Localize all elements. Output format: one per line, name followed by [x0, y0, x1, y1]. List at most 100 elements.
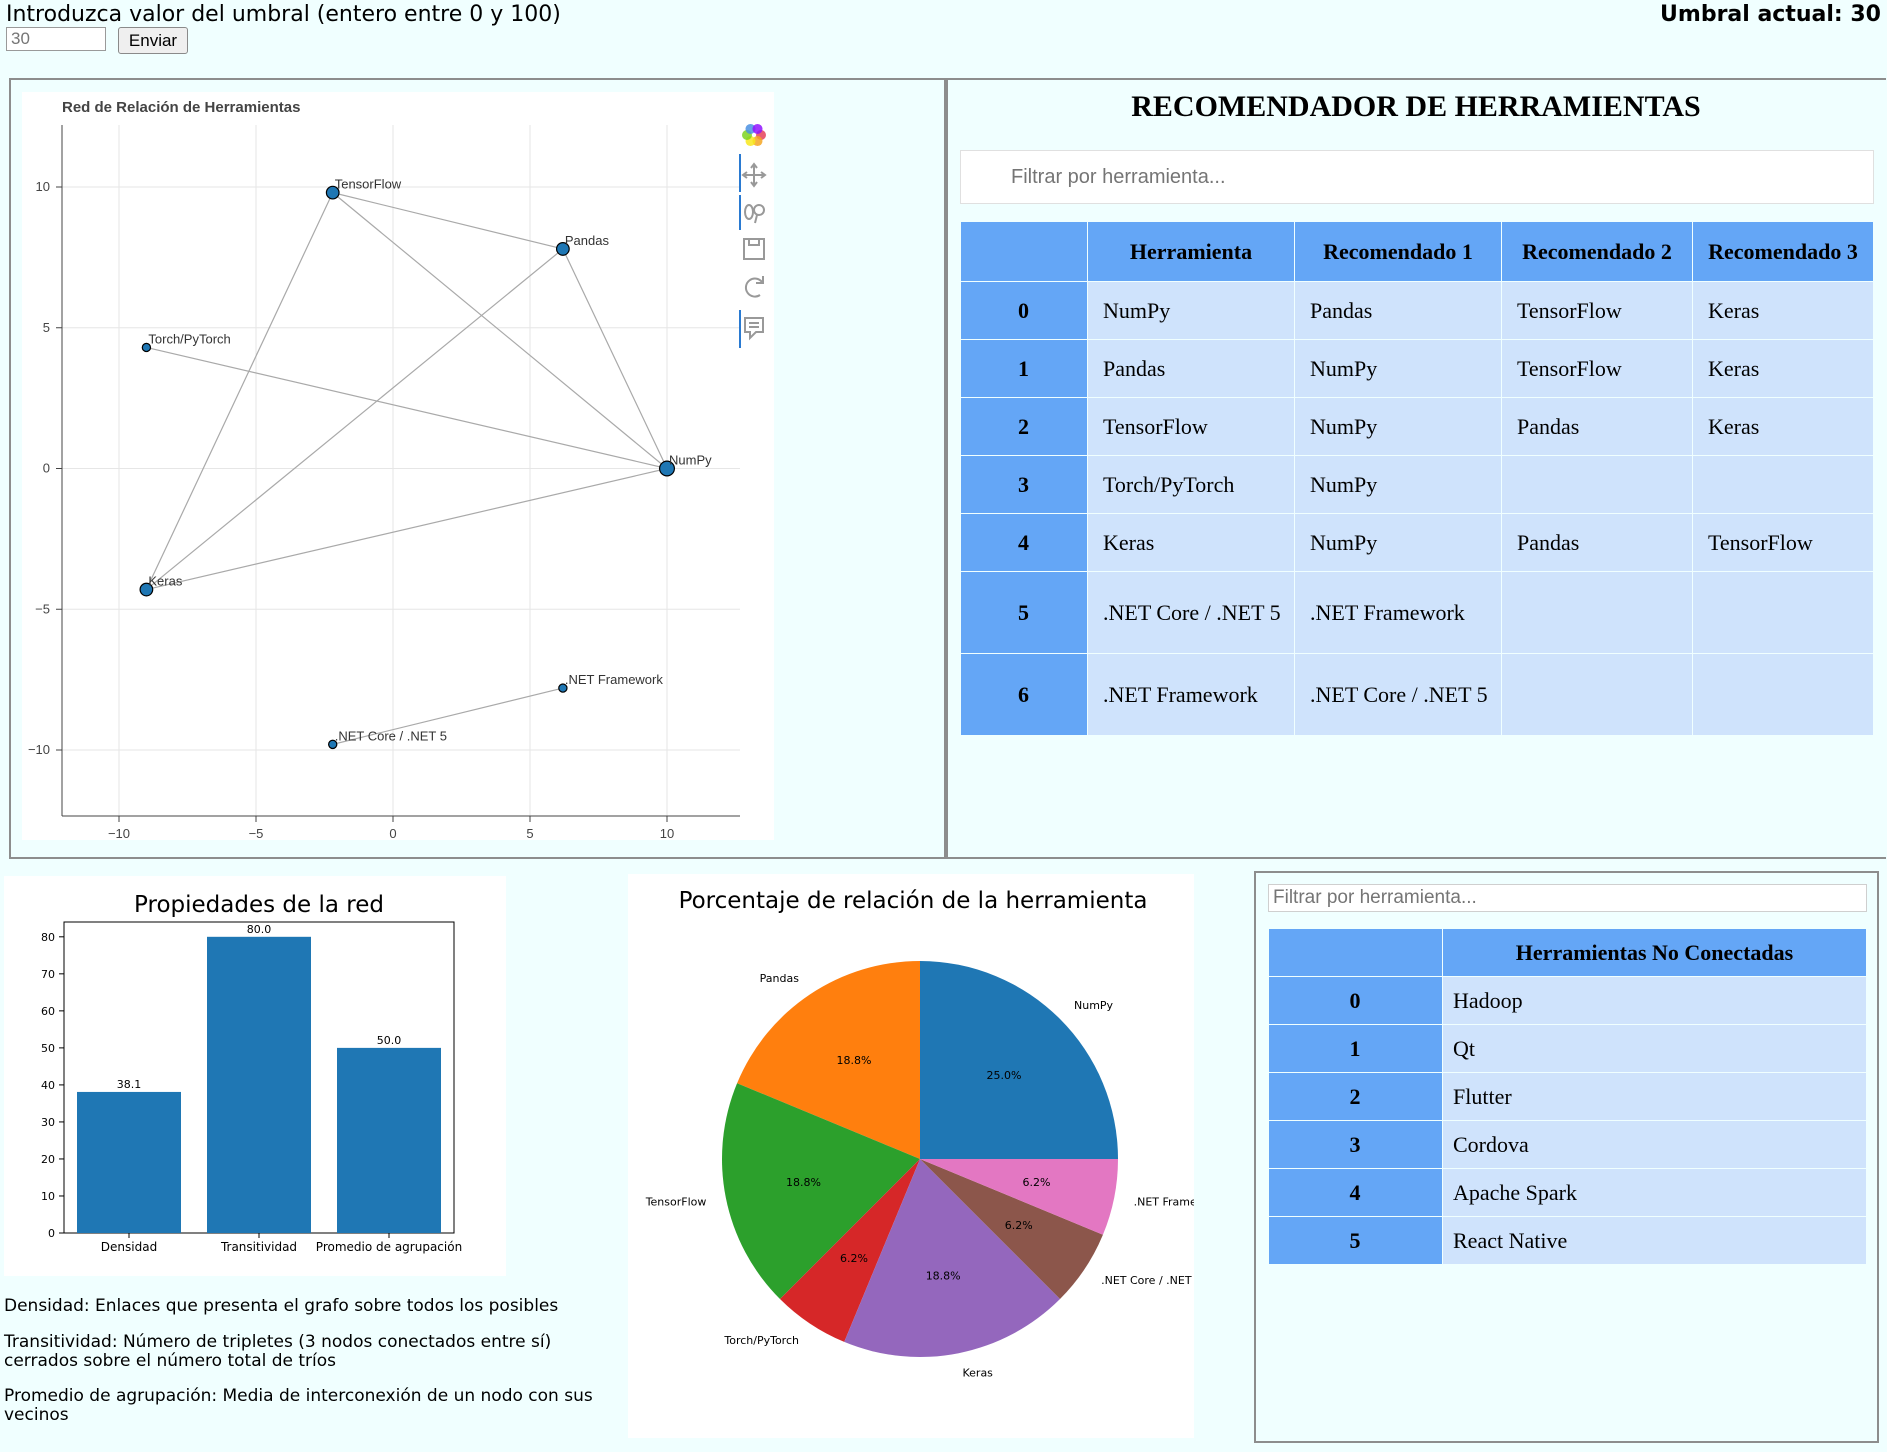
header-index[interactable] — [1268, 928, 1443, 977]
x-tick-label: 10 — [660, 826, 674, 840]
unconnected-table: Herramientas No Conectadas 0 Hadoop 1 Qt 2 Fl… — [1268, 928, 1867, 1265]
pie-slice-label: .NET Framework — [1134, 1195, 1194, 1208]
graph-edge — [146, 467, 668, 591]
table-cell: NumPy — [1294, 339, 1502, 398]
save-icon[interactable] — [743, 238, 765, 260]
table-row: 1 Pandas NumPy TensorFlow Keras — [960, 339, 1874, 398]
y-tick-label: −10 — [28, 742, 50, 757]
wheel-zoom-icon[interactable] — [744, 204, 765, 224]
network-graph-plot[interactable]: Red de Relación de Herramientas −10 10 −5 5 0… — [22, 92, 774, 840]
table-cell — [1501, 653, 1693, 736]
bar-value-label: 50.0 — [377, 1034, 402, 1047]
graph-node-label: NumPy — [669, 453, 712, 468]
graph-edge — [146, 346, 668, 470]
graph-node-label: Torch/PyTorch — [148, 331, 230, 346]
table-cell: .NET Framework — [1087, 653, 1295, 736]
table-cell: Pandas — [1501, 513, 1693, 572]
table-cell — [1692, 455, 1874, 514]
bar-value-label: 80.0 — [247, 923, 272, 936]
table-row: 3 Torch/PyTorch NumPy — [960, 455, 1874, 514]
density-description: Densidad: Enlaces que presenta el grafo … — [4, 1296, 559, 1316]
pie-slice-label: Keras — [962, 1367, 993, 1380]
table-cell — [1501, 571, 1693, 654]
recommender-filter-input[interactable] — [960, 150, 1874, 204]
bar-chart-svg: Propiedades de la red 0 10 20 30 40 50 60 70 80 38… — [41, 892, 462, 1254]
row-index-cell: 0 — [1268, 976, 1443, 1025]
current-threshold: Umbral actual: 30 — [1660, 2, 1881, 27]
header-index[interactable] — [960, 221, 1088, 282]
table-cell: NumPy — [1087, 281, 1295, 340]
row-index-cell: 1 — [960, 339, 1088, 398]
table-header-row: Herramientas No Conectadas — [1268, 928, 1867, 977]
header-tool[interactable]: Herramienta — [1087, 221, 1295, 282]
table-cell: Pandas — [1294, 281, 1502, 340]
table-cell: Keras — [1692, 281, 1874, 340]
table-cell: Flutter — [1442, 1072, 1867, 1121]
x-tick-label: 0 — [389, 826, 396, 840]
recommender-table: Herramienta Recomendado 1 Recomendado 2 … — [960, 221, 1874, 736]
threshold-input[interactable] — [6, 27, 106, 51]
y-tick-label: 5 — [43, 320, 50, 335]
pie-slice — [920, 961, 1118, 1159]
pie-pct-label: 25.0% — [987, 1069, 1022, 1082]
pan-icon[interactable] — [741, 162, 767, 188]
threshold-label: Introduzca valor del umbral (entero entr… — [6, 2, 561, 27]
table-cell: Pandas — [1087, 339, 1295, 398]
row-index-cell: 5 — [960, 571, 1088, 654]
hover-icon[interactable] — [744, 317, 764, 341]
network-title: Red de Relación de Herramientas — [62, 99, 300, 116]
pie-slice-label: Torch/PyTorch — [723, 1334, 799, 1347]
graph-edge — [146, 248, 564, 591]
graph-node-label: Keras — [148, 574, 182, 589]
submit-button[interactable]: Enviar — [118, 27, 188, 54]
table-cell — [1692, 653, 1874, 736]
pie-slice-label: .NET Core / .NET 5 — [1101, 1274, 1194, 1287]
y-tick-label: 60 — [41, 1005, 55, 1018]
bar — [77, 1091, 181, 1233]
table-cell: Apache Spark — [1442, 1168, 1867, 1217]
pie-slice-label: NumPy — [1074, 999, 1114, 1012]
table-row: 4 Keras NumPy Pandas TensorFlow — [960, 513, 1874, 572]
table-cell: NumPy — [1294, 455, 1502, 514]
table-row: 5 .NET Core / .NET 5 .NET Framework — [960, 571, 1874, 654]
table-cell: TensorFlow — [1501, 281, 1693, 340]
table-header-row: Herramienta Recomendado 1 Recomendado 2 … — [960, 221, 1874, 282]
table-cell: React Native — [1442, 1216, 1867, 1265]
header-recommended-3[interactable]: Recomendado 3 — [1692, 221, 1874, 282]
reset-icon[interactable] — [744, 276, 764, 298]
table-row: 2 TensorFlow NumPy Pandas Keras — [960, 397, 1874, 456]
network-properties-chart: Propiedades de la red 0 10 20 30 40 50 60 70 80 38… — [4, 876, 506, 1276]
row-index-cell: 6 — [960, 653, 1088, 736]
bokeh-logo-icon[interactable] — [742, 123, 766, 147]
unconnected-filter-input[interactable] — [1268, 884, 1867, 912]
table-cell: Qt — [1442, 1024, 1867, 1073]
y-tick-label: 0 — [48, 1227, 55, 1240]
row-index-cell: 1 — [1268, 1024, 1443, 1073]
header-recommended-1[interactable]: Recomendado 1 — [1294, 221, 1502, 282]
y-tick-label: 30 — [41, 1116, 55, 1129]
y-tick-label: 10 — [36, 179, 50, 194]
row-index-cell: 0 — [960, 281, 1088, 340]
y-tick-label: 40 — [41, 1079, 55, 1092]
table-row: 0 NumPy Pandas TensorFlow Keras — [960, 281, 1874, 340]
pie-pct-label: 18.8% — [786, 1176, 821, 1189]
table-cell: Pandas — [1501, 397, 1693, 456]
table-cell: NumPy — [1294, 513, 1502, 572]
y-tick-label: 50 — [41, 1042, 55, 1055]
table-cell — [1501, 455, 1693, 514]
row-index-cell: 4 — [960, 513, 1088, 572]
clustering-description: Promedio de agrupación: Media de interco… — [4, 1386, 593, 1425]
pie-pct-label: 18.8% — [926, 1270, 961, 1283]
row-index-cell: 2 — [960, 397, 1088, 456]
transitivity-description: Transitividad: Número de tripletes (3 no… — [4, 1332, 552, 1371]
graph-node-label: .NET Core / .NET 5 — [335, 728, 447, 743]
header-unconnected-tools[interactable]: Herramientas No Conectadas — [1442, 928, 1867, 977]
table-row: 2 Flutter — [1268, 1072, 1867, 1121]
y-tick-label: −5 — [35, 601, 50, 616]
table-cell: Keras — [1087, 513, 1295, 572]
graph-node-label: Pandas — [565, 233, 610, 248]
network-graph-svg[interactable]: Red de Relación de Herramientas −10 10 −5 5 0… — [22, 92, 774, 840]
chart-title: Propiedades de la red — [134, 892, 384, 918]
header-recommended-2[interactable]: Recomendado 2 — [1501, 221, 1693, 282]
row-index-cell: 4 — [1268, 1168, 1443, 1217]
